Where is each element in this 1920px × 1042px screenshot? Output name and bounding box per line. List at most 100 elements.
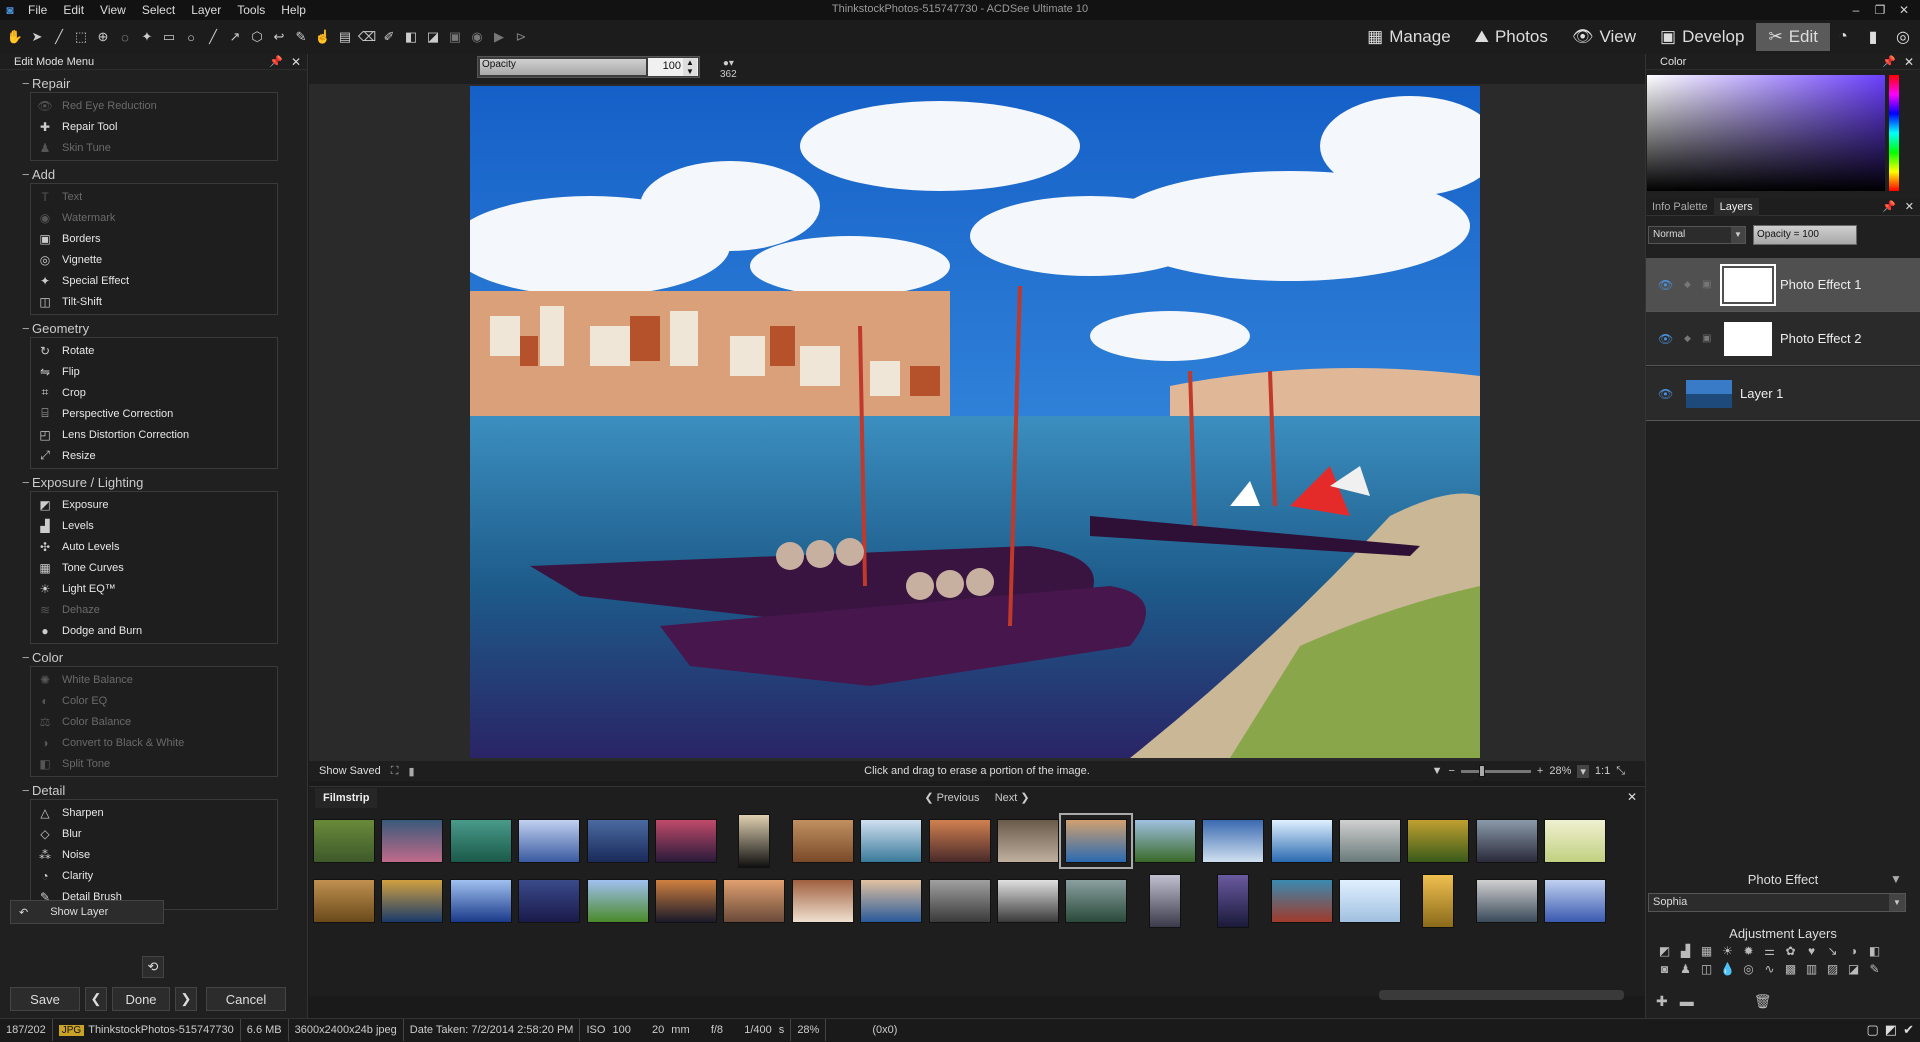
filmstrip-thumbnail[interactable]	[1270, 879, 1333, 923]
eraser-icon[interactable]: ⌫	[358, 28, 376, 46]
image-icon[interactable]: ▨	[1822, 962, 1843, 976]
polygon-icon[interactable]: ⬡	[248, 28, 266, 46]
filmstrip-thumbnail[interactable]	[586, 879, 649, 923]
pipe-icon[interactable]: ↘	[1822, 944, 1843, 958]
filmstrip-thumbnail[interactable]	[1065, 879, 1128, 923]
filmstrip-thumbnail[interactable]	[655, 879, 717, 923]
layer-opacity-field[interactable]: Opacity = 100	[1753, 225, 1857, 245]
grid-icon[interactable]: ▩	[1780, 962, 1801, 976]
wave-icon[interactable]: ∿	[1759, 962, 1780, 976]
filmstrip-thumbnail[interactable]	[1475, 879, 1538, 923]
filmstrip-thumbnail[interactable]	[860, 819, 923, 863]
pen-icon[interactable]: ◩	[1885, 1022, 1897, 1038]
blend-mode-select[interactable]: Normal ▼	[1648, 226, 1746, 244]
next-tool-button[interactable]: ❯	[175, 987, 197, 1011]
record-icon[interactable]: ◉	[468, 28, 486, 46]
menu-item-color-balance[interactable]: ⚖ Color Balance	[31, 711, 277, 732]
filmstrip-thumbnail[interactable]	[1133, 819, 1196, 863]
filmstrip-thumbnail[interactable]	[1059, 813, 1134, 869]
filmstrip-thumbnail[interactable]	[381, 879, 444, 923]
tab-info-palette[interactable]: Info Palette	[1646, 198, 1714, 216]
menu-item-lens-distortion-correction[interactable]: ◰ Lens Distortion Correction	[31, 424, 277, 445]
filmstrip-thumbnail[interactable]	[997, 819, 1059, 863]
menu-item-blur[interactable]: ◇ Blur	[31, 823, 277, 844]
flash-icon[interactable]: ✹	[1738, 944, 1759, 958]
filmstrip-thumbnail[interactable]	[928, 879, 991, 923]
menu-item-dehaze[interactable]: ≋ Dehaze	[31, 599, 277, 620]
minimize-button[interactable]: –	[1844, 0, 1868, 20]
mask-icon[interactable]: ▣	[1702, 333, 1720, 344]
menu-item-watermark[interactable]: ◉ Watermark	[31, 207, 277, 228]
color-picker-field[interactable]	[1647, 75, 1885, 191]
menu-file[interactable]: File	[20, 0, 55, 20]
filmstrip-thumbnail[interactable]	[586, 819, 649, 863]
menu-view[interactable]: View	[92, 0, 134, 20]
bucket-icon[interactable]: ◪	[424, 28, 442, 46]
balance-icon[interactable]: ⚌	[1759, 944, 1780, 958]
zoom-dropdown-icon[interactable]: ▾	[1577, 764, 1589, 778]
mode-manage[interactable]: ▦ Manage	[1355, 23, 1463, 51]
menu-item-flip[interactable]: ⇋ Flip	[31, 361, 277, 382]
arrow-icon[interactable]: ↗	[226, 28, 244, 46]
main-photo[interactable]	[470, 86, 1480, 758]
filmstrip-thumbnail[interactable]	[1422, 874, 1455, 928]
filmstrip-thumbnail[interactable]	[791, 879, 854, 923]
collapse-arrow-icon[interactable]: ▼	[1890, 872, 1902, 886]
opacity-spinner[interactable]: ▲ ▼	[683, 58, 697, 76]
filmstrip-thumbnail[interactable]	[928, 819, 991, 863]
person-icon[interactable]: ♟	[1675, 962, 1696, 976]
magic-wand-icon[interactable]: ✦	[138, 28, 156, 46]
filmstrip-thumbnail[interactable]	[1475, 819, 1538, 863]
filmstrip-thumbnail[interactable]	[723, 879, 786, 923]
close-icon[interactable]: ✕	[1627, 790, 1637, 804]
split-icon[interactable]: ◫	[1696, 962, 1717, 976]
menu-item-red-eye-reduction[interactable]: 👁 Red Eye Reduction	[31, 95, 277, 116]
menu-item-levels[interactable]: ▟ Levels	[31, 515, 277, 536]
menu-item-sharpen[interactable]: △ Sharpen	[31, 802, 277, 823]
mask-icon[interactable]: ▣	[1702, 279, 1720, 290]
path-icon[interactable]: ↩	[270, 28, 288, 46]
section-title[interactable]: − Repair	[22, 75, 307, 92]
save-button[interactable]: Save	[10, 987, 80, 1011]
frame-icon[interactable]: ▣	[446, 28, 464, 46]
palette-icon[interactable]: ✿	[1780, 944, 1801, 958]
show-saved-button[interactable]: Show Saved	[309, 765, 381, 777]
line-tool-icon[interactable]: ╱	[50, 28, 68, 46]
dashboard-icon[interactable]: ▮	[1860, 24, 1886, 50]
show-layer-button[interactable]: ↶ Show Layer	[10, 900, 164, 924]
menu-tools[interactable]: Tools	[229, 0, 273, 20]
filmstrip-thumbnail[interactable]	[1544, 819, 1607, 863]
sun-icon[interactable]: ☀	[1717, 944, 1738, 958]
pin-icon[interactable]: 📌	[1882, 200, 1896, 213]
menu-help[interactable]: Help	[273, 0, 314, 20]
filmstrip-thumbnail[interactable]	[1339, 879, 1401, 923]
filmstrip-thumbnail[interactable]	[1407, 819, 1470, 863]
cancel-button[interactable]: Cancel	[206, 987, 286, 1011]
pointer-icon[interactable]: ➤	[28, 28, 46, 46]
rect-select-icon[interactable]: ▭	[160, 28, 178, 46]
levels-icon[interactable]: ▟	[1675, 944, 1696, 958]
contrast-icon[interactable]: ◧	[1864, 944, 1885, 958]
zoom-in-icon[interactable]: +	[1537, 765, 1543, 777]
section-title[interactable]: − Detail	[22, 782, 307, 799]
menu-item-crop[interactable]: ⌗ Crop	[31, 382, 277, 403]
menu-item-dodge-and-burn[interactable]: ● Dodge and Burn	[31, 620, 277, 641]
menu-item-noise[interactable]: ⁂ Noise	[31, 844, 277, 865]
menu-select[interactable]: Select	[134, 0, 183, 20]
close-icon[interactable]: ✕	[291, 55, 301, 69]
play-icon[interactable]: ▶	[490, 28, 508, 46]
pin-icon[interactable]: 📌	[269, 55, 283, 68]
menu-layer[interactable]: Layer	[183, 0, 229, 20]
trash-icon[interactable]: 🗑	[1754, 993, 1772, 1010]
gradient-icon[interactable]: ▥	[1801, 962, 1822, 976]
layer-group-icon[interactable]: ▬	[1680, 993, 1694, 1009]
filmstrip-thumbnail[interactable]	[655, 819, 717, 863]
layer-row[interactable]: 👁 Layer 1	[1646, 367, 1920, 421]
pen-icon[interactable]: ✎	[292, 28, 310, 46]
filmstrip-thumbnail[interactable]	[381, 819, 444, 863]
photo-effect-preset-select[interactable]: Sophia ▼	[1648, 893, 1906, 912]
filmstrip-thumbnail[interactable]	[791, 819, 854, 863]
menu-item-convert-to-black-white[interactable]: ◑ Convert to Black & White	[31, 732, 277, 753]
filmstrip-thumbnail[interactable]	[449, 879, 512, 923]
eyedropper-icon[interactable]: ✐	[380, 28, 398, 46]
